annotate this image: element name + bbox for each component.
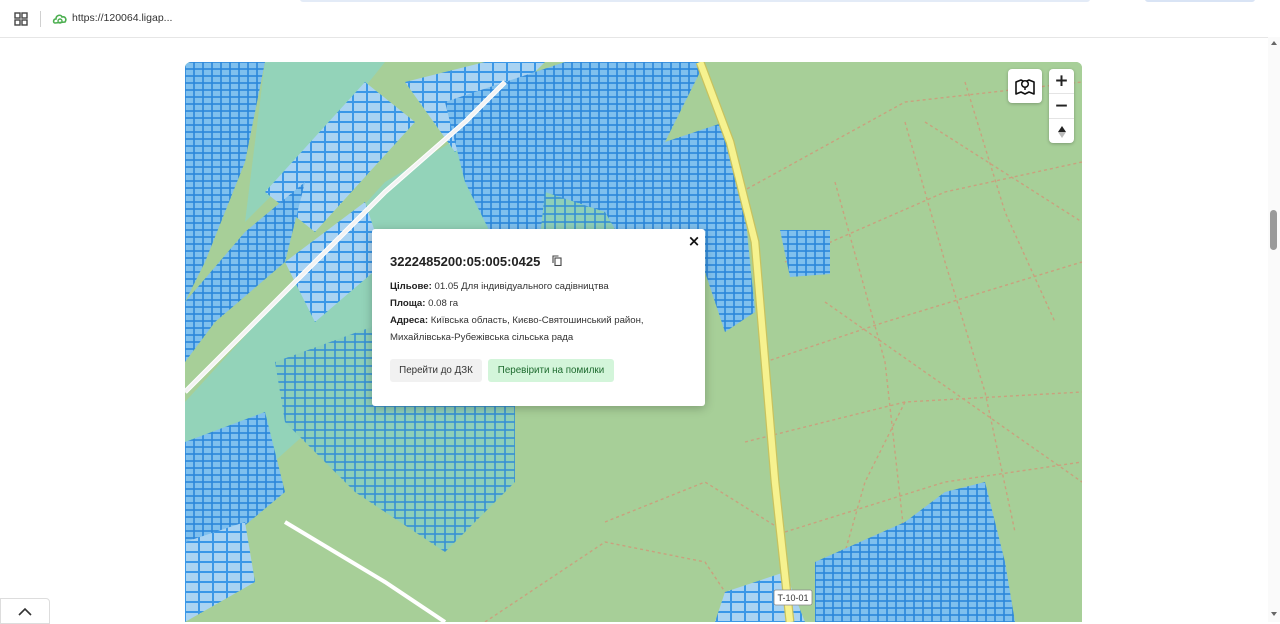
purpose-label: Цільове:: [390, 281, 432, 292]
compass-icon: [1057, 126, 1066, 138]
zoom-controls: + −: [1049, 69, 1074, 143]
apps-grid-icon[interactable]: [14, 12, 28, 26]
toolbar-separator: [40, 11, 41, 27]
address-value-line1: Київська область, Києво-Святошинський ра…: [430, 315, 644, 326]
site-cloud-icon: [52, 14, 67, 24]
address-label: Адреса:: [390, 315, 429, 326]
cadastral-number: 3222485200:05:005:0425: [390, 254, 541, 269]
goto-dzk-button[interactable]: Перейти до ДЗК: [390, 359, 482, 382]
area-label: Площа:: [390, 298, 426, 309]
tab-strip-fragment-right: [1145, 0, 1255, 2]
address-row: Адреса: Київська область, Києво-Святошин…: [390, 315, 644, 326]
scroll-up-button[interactable]: [0, 598, 50, 624]
browser-toolbar: https://120064.ligap...: [0, 0, 1280, 38]
copy-icon[interactable]: [552, 255, 562, 266]
map-layers-icon: [1015, 79, 1035, 95]
page-scrollbar[interactable]: [1268, 37, 1280, 622]
tab-strip-fragment: [300, 0, 1090, 2]
scroll-arrow-up-icon[interactable]: [1271, 41, 1277, 45]
close-popup-button[interactable]: ×: [687, 234, 701, 249]
zoom-in-button[interactable]: +: [1049, 69, 1074, 94]
scroll-arrow-down-icon[interactable]: [1271, 612, 1277, 616]
address-value-line2: Михайлівська-Рубежівська сільська рада: [390, 332, 574, 343]
purpose-row: Цільове: 01.05 Для індивідуального садів…: [390, 281, 609, 292]
area-value: 0.08 га: [428, 298, 459, 309]
reset-north-button[interactable]: [1049, 119, 1074, 145]
purpose-value: 01.05 Для індивідуального садівництва: [434, 281, 609, 292]
scrollbar-thumb[interactable]: [1270, 210, 1277, 250]
road-label: T-10-01: [777, 593, 808, 603]
address-bar-url[interactable]: https://120064.ligap...: [72, 12, 172, 24]
road-shield: T-10-01: [773, 589, 813, 606]
zoom-out-button[interactable]: −: [1049, 94, 1074, 119]
area-row: Площа: 0.08 га: [390, 298, 458, 309]
map-layers-button[interactable]: [1008, 69, 1042, 103]
parcel-info-popup: × 3222485200:05:005:0425 Цільове: 01.05 …: [372, 229, 705, 406]
check-errors-button[interactable]: Перевірити на помилки: [488, 359, 614, 382]
chevron-up-icon: [18, 607, 32, 616]
